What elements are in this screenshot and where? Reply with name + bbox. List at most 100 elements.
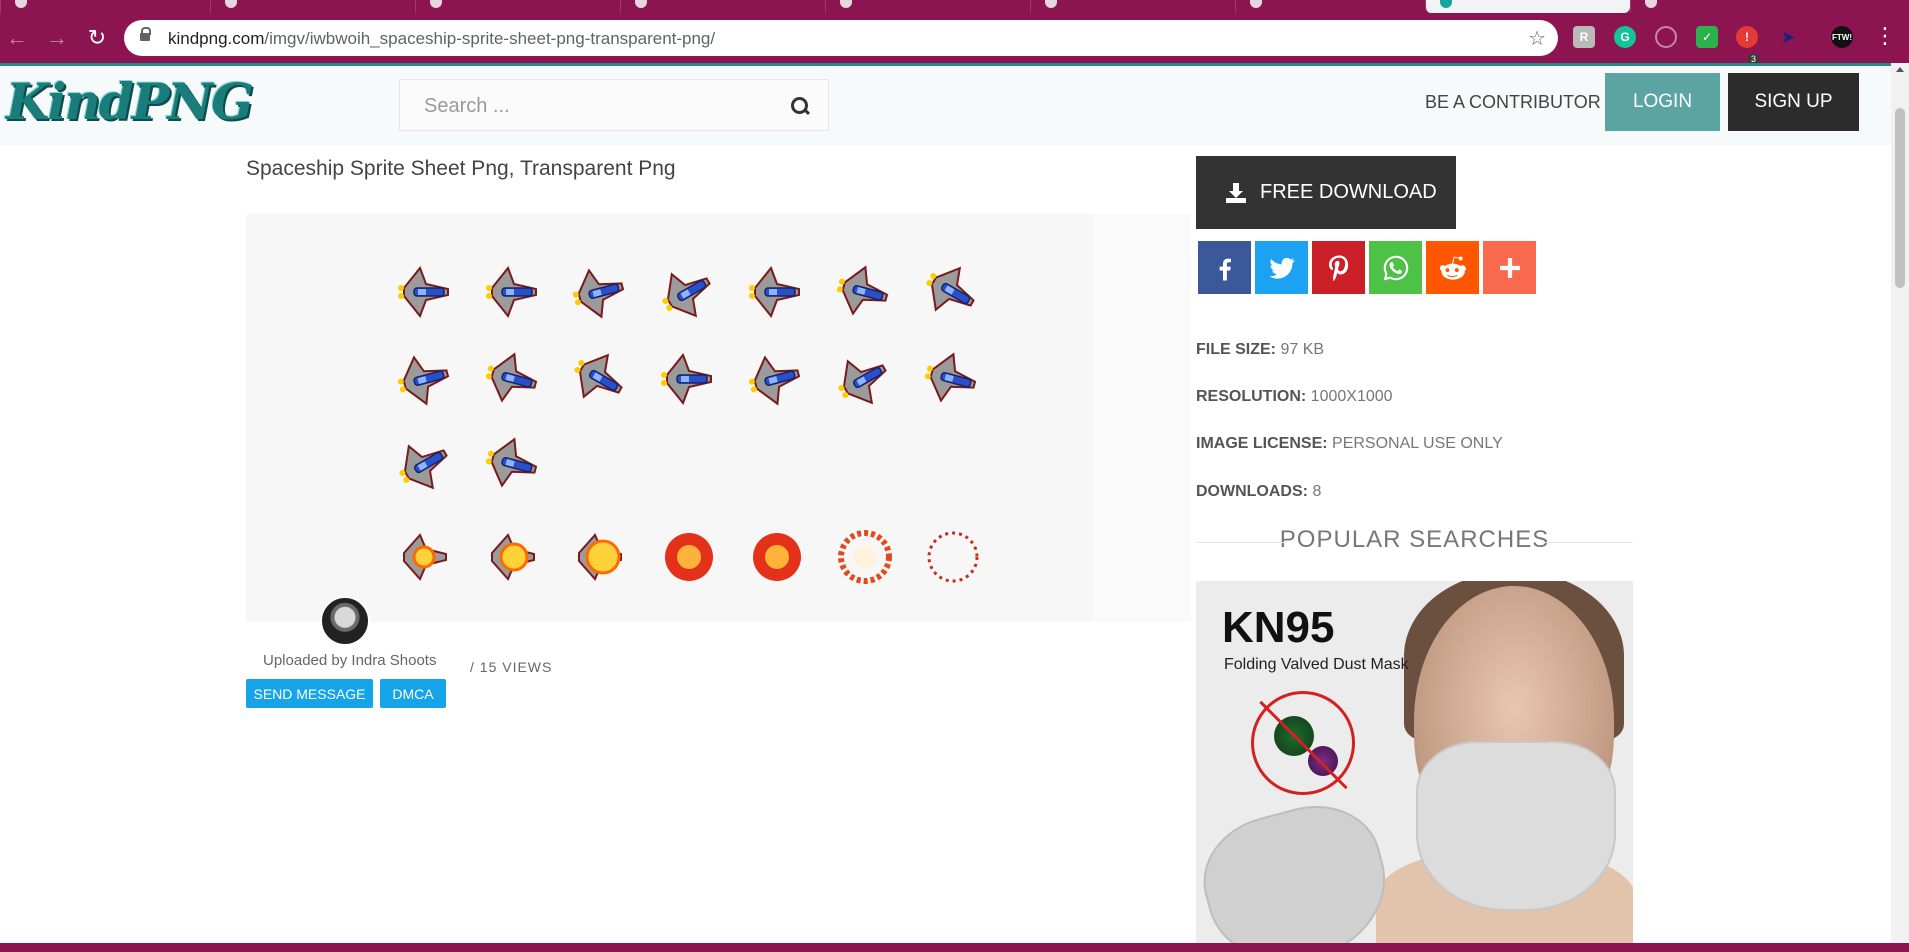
advertisement[interactable]: KN95 Folding Valved Dust Mask — [1196, 581, 1633, 943]
browser-tab[interactable] — [825, 0, 1030, 13]
license-value: PERSONAL USE ONLY — [1332, 435, 1503, 452]
license-row: IMAGE LICENSE: PERSONAL USE ONLY — [1196, 435, 1503, 453]
sprite-sheet-image — [397, 265, 979, 584]
tab-favicon — [225, 0, 237, 8]
reddit-icon — [1439, 256, 1466, 280]
downloads-value: 8 — [1312, 483, 1322, 500]
search-input[interactable] — [424, 93, 754, 119]
page-title: Spaceship Sprite Sheet Png, Transparent … — [246, 157, 676, 180]
file-size-row: FILE SIZE: 97 KB — [1196, 341, 1324, 359]
tab-strip — [0, 0, 1909, 13]
browser-tab[interactable] — [1030, 0, 1235, 13]
uploaded-by-text[interactable]: Uploaded by Indra Shoots — [263, 652, 436, 669]
spaceship-sprite — [486, 266, 537, 318]
browser-tab[interactable] — [1235, 0, 1425, 13]
browser-tab[interactable] — [620, 0, 825, 13]
explosion-sprite — [927, 531, 979, 583]
spaceship-sprite — [485, 437, 538, 488]
plus-icon — [1499, 257, 1520, 278]
spaceship-sprite — [924, 352, 977, 403]
more-share-button[interactable] — [1483, 241, 1536, 294]
uploader-avatar[interactable] — [320, 596, 370, 646]
menu-dots-icon[interactable]: ⋮ — [1874, 25, 1896, 47]
pinterest-icon — [1328, 255, 1348, 281]
pinterest-share-button[interactable] — [1312, 241, 1365, 294]
bookmark-star-icon[interactable]: ☆ — [1528, 26, 1546, 51]
ad-title: KN95 — [1222, 603, 1335, 652]
tab-favicon — [1645, 0, 1657, 8]
page-scrollbar[interactable] — [1891, 63, 1909, 943]
be-a-contributor-link[interactable]: BE A CONTRIBUTOR — [1425, 92, 1601, 113]
extension-icon[interactable] — [1655, 26, 1677, 48]
profile-avatar[interactable]: FTW! — [1831, 26, 1853, 48]
spaceship-sprite — [399, 444, 448, 490]
ad-subtitle: Folding Valved Dust Mask — [1224, 656, 1409, 673]
forward-arrow-icon[interactable]: → — [42, 23, 72, 53]
login-button[interactable]: LOGIN — [1605, 73, 1720, 131]
signup-button[interactable]: SIGN UP — [1728, 73, 1859, 131]
lock-icon — [140, 27, 151, 43]
site-logo[interactable]: KindPNG — [6, 72, 254, 131]
site-header: KindPNG BE A CONTRIBUTOR LOGIN SIGN UP — [0, 63, 1891, 145]
tab-favicon — [430, 0, 442, 8]
explosion-sprite — [665, 533, 713, 581]
whatsapp-icon — [1383, 255, 1408, 280]
explosion-sprite — [403, 533, 447, 581]
license-label: IMAGE LICENSE: — [1196, 435, 1328, 452]
send-message-button[interactable]: SEND MESSAGE — [246, 679, 373, 708]
browser-tab[interactable] — [1630, 0, 1835, 13]
spaceship-sprite — [574, 353, 623, 399]
cursor-extension-icon[interactable]: ➤ — [1777, 26, 1799, 48]
scroll-up-arrow-icon[interactable] — [1896, 67, 1904, 72]
image-preview[interactable] — [246, 214, 1191, 622]
address-url[interactable]: kindpng.com/imgv/iwbwoih_spaceship-sprit… — [168, 29, 715, 49]
views-count: / 15 VIEWS — [470, 659, 553, 675]
window-bottom-border — [0, 943, 1909, 952]
browser-tab[interactable] — [210, 0, 415, 13]
url-path: /imgv/iwbwoih_spaceship-sprite-sheet-png… — [264, 29, 716, 48]
browser-tab-active[interactable] — [1425, 0, 1630, 13]
free-download-button[interactable]: FREE DOWNLOAD — [1196, 156, 1456, 229]
download-icon — [1226, 182, 1246, 203]
spaceship-sprite — [572, 268, 625, 319]
tab-favicon — [1250, 0, 1262, 8]
dmca-button[interactable]: DMCA — [380, 679, 446, 708]
spaceship-sprite — [485, 352, 538, 403]
twitter-icon — [1268, 257, 1295, 279]
tab-favicon — [635, 0, 647, 8]
browser-toolbar: ← → ↻ kindpng.com/imgv/iwbwoih_spaceship… — [0, 13, 1909, 64]
spaceship-sprite — [661, 353, 712, 405]
twitter-share-button[interactable] — [1255, 241, 1308, 294]
free-download-label: FREE DOWNLOAD — [1260, 181, 1437, 203]
grammarly-icon[interactable]: G — [1614, 26, 1636, 48]
spaceship-sprite — [926, 266, 975, 312]
explosion-sprite — [838, 530, 892, 584]
downloads-label: DOWNLOADS: — [1196, 483, 1308, 500]
browser-tab[interactable] — [415, 0, 620, 13]
facebook-icon — [1219, 258, 1231, 280]
url-host: kindpng.com — [168, 29, 265, 48]
downloads-row: DOWNLOADS: 8 — [1196, 483, 1321, 501]
extension-icon[interactable]: R — [1573, 26, 1595, 48]
reddit-share-button[interactable] — [1426, 241, 1479, 294]
spaceship-sprite — [397, 355, 450, 406]
back-arrow-icon[interactable]: ← — [2, 23, 32, 53]
spaceship-sprite — [662, 272, 711, 318]
search-icon[interactable] — [791, 97, 808, 114]
scrollbar-thumb[interactable] — [1895, 108, 1905, 288]
resolution-value: 1000X1000 — [1310, 388, 1393, 405]
tab-favicon — [840, 0, 852, 8]
ad-mask-worn — [1416, 741, 1616, 911]
file-size-label: FILE SIZE: — [1196, 341, 1276, 358]
spaceship-sprite — [836, 265, 889, 316]
checkmark-extension-icon[interactable]: ✓ — [1696, 26, 1718, 48]
extension-icon[interactable]: ! — [1736, 26, 1758, 48]
reload-icon[interactable]: ↻ — [82, 23, 112, 53]
browser-tab[interactable] — [0, 0, 210, 13]
whatsapp-share-button[interactable] — [1369, 241, 1422, 294]
explosion-sprite — [753, 533, 801, 581]
file-size-value: 97 KB — [1280, 341, 1325, 358]
spaceship-sprite — [398, 266, 449, 318]
address-bar[interactable]: kindpng.com/imgv/iwbwoih_spaceship-sprit… — [124, 20, 1558, 56]
facebook-share-button[interactable] — [1198, 241, 1251, 294]
